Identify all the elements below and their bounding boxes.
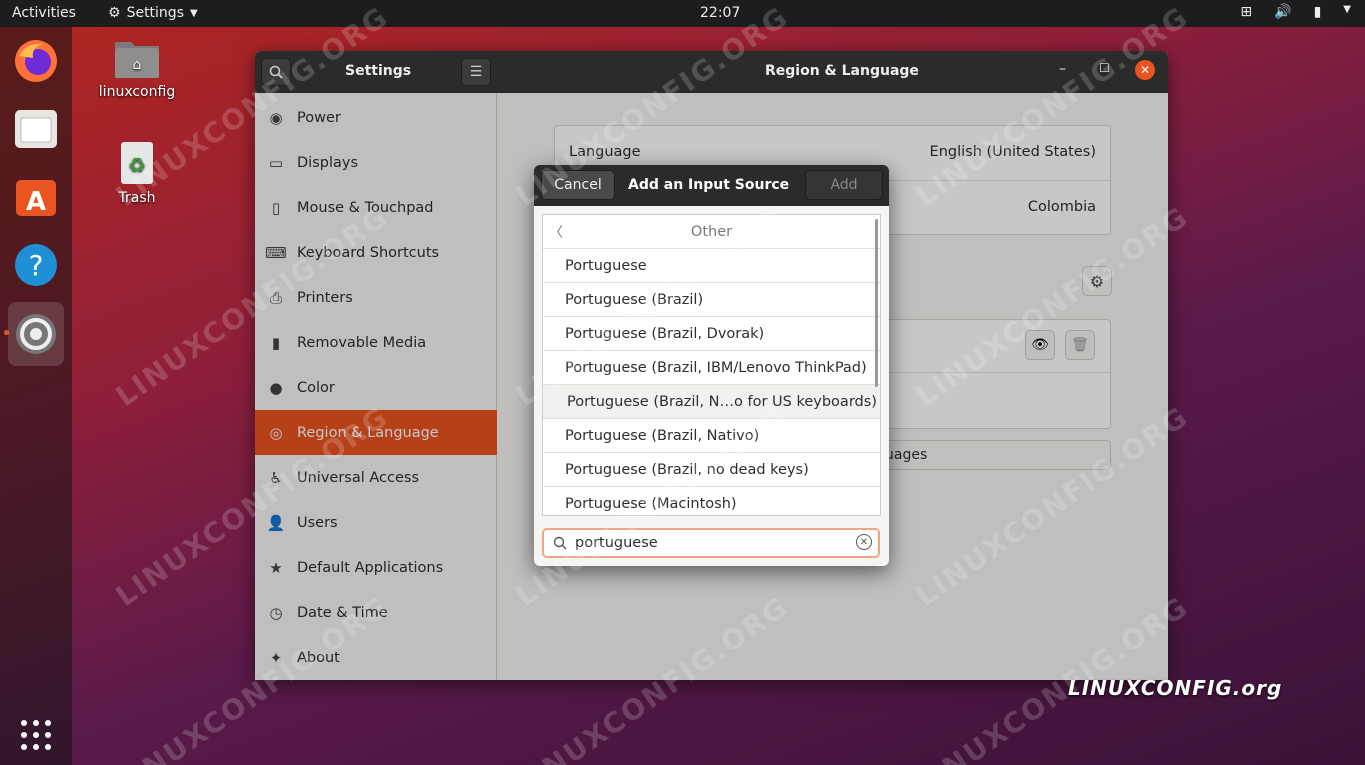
list-item-label: Portuguese (Brazil, no dead keys) bbox=[565, 461, 809, 478]
desktop-icon-label: Trash bbox=[118, 190, 156, 206]
input-source-list: 〈 Other Portuguese Portuguese (Brazil) P… bbox=[542, 214, 881, 516]
scrollbar[interactable] bbox=[875, 219, 878, 387]
svg-text:A: A bbox=[26, 187, 46, 217]
close-icon[interactable]: ✕ bbox=[1135, 60, 1155, 80]
help-icon[interactable]: ? bbox=[8, 237, 64, 293]
clock[interactable]: 22:07 bbox=[700, 5, 740, 21]
clear-icon[interactable]: ✕ bbox=[856, 534, 872, 550]
firefox-icon[interactable] bbox=[8, 33, 64, 89]
folder-icon: ⌂ bbox=[115, 42, 159, 78]
show-apps-icon[interactable] bbox=[8, 707, 64, 763]
sidebar-title: Settings bbox=[345, 63, 412, 79]
battery-icon: ▮ bbox=[1313, 4, 1322, 20]
chevron-down-icon: ▼ bbox=[189, 7, 198, 19]
svg-text:♻: ♻ bbox=[128, 153, 146, 177]
linuxconfig-logo: LINUXCONFIG.org bbox=[1068, 676, 1283, 700]
desktop-trash[interactable]: ♻ Trash bbox=[92, 140, 182, 206]
search-field[interactable]: portuguese ✕ bbox=[542, 528, 880, 558]
activities-button[interactable]: Activities bbox=[12, 5, 76, 21]
list-item-label: Portuguese (Brazil, IBM/Lenovo ThinkPad) bbox=[565, 359, 867, 376]
dialog-title: Add an Input Source bbox=[628, 177, 790, 193]
trash-icon: ♻ bbox=[121, 142, 153, 184]
list-item[interactable]: Portuguese (Brazil, IBM/Lenovo ThinkPad) bbox=[543, 351, 880, 385]
add-button[interactable]: Add bbox=[805, 170, 883, 200]
system-tray[interactable]: ⊞ 🔊 ▮ ▼ bbox=[1240, 4, 1351, 20]
add-label: Add bbox=[830, 177, 858, 193]
desktop-home-folder[interactable]: ⌂ linuxconfig bbox=[92, 36, 182, 100]
cancel-button[interactable]: Cancel bbox=[541, 170, 615, 200]
list-item[interactable]: Portuguese bbox=[543, 249, 880, 283]
header-bar: Settings ☰ Region & Language – ☐ ✕ bbox=[255, 51, 1168, 93]
back-label: Other bbox=[690, 223, 733, 240]
list-item-label: Portuguese (Brazil, Nativo) bbox=[565, 427, 760, 444]
list-item-label: Portuguese (Brazil, N…o for US keyboards… bbox=[567, 393, 877, 410]
desktop-icon-label: linuxconfig bbox=[98, 84, 176, 100]
chevron-left-icon: 〈 bbox=[549, 225, 563, 241]
settings-app-icon[interactable] bbox=[8, 302, 64, 366]
dock: A ? bbox=[0, 27, 72, 765]
window-title: Region & Language bbox=[765, 63, 919, 79]
list-item[interactable]: Portuguese (Macintosh) bbox=[543, 487, 880, 515]
back-row[interactable]: 〈 Other bbox=[543, 215, 880, 249]
menu-button[interactable]: ☰ bbox=[461, 58, 491, 86]
list-item[interactable]: Portuguese (Brazil, Nativo) bbox=[543, 419, 880, 453]
gear-icon: ⚙ bbox=[108, 5, 121, 21]
list-item[interactable]: Portuguese (Brazil, no dead keys) bbox=[543, 453, 880, 487]
list-item-label: Portuguese (Macintosh) bbox=[565, 495, 737, 512]
volume-icon: 🔊 bbox=[1274, 4, 1292, 20]
svg-text:?: ? bbox=[29, 249, 44, 282]
maximize-icon[interactable]: ☐ bbox=[1099, 61, 1110, 75]
files-icon[interactable] bbox=[8, 101, 64, 157]
list-item-label: Portuguese (Brazil, Dvorak) bbox=[565, 325, 765, 342]
list-item-label: Portuguese (Brazil) bbox=[565, 291, 704, 308]
app-menu[interactable]: ⚙ Settings ▼ bbox=[108, 5, 198, 21]
network-icon: ⊞ bbox=[1240, 4, 1253, 20]
software-icon[interactable]: A bbox=[8, 169, 64, 225]
chevron-down-icon: ▼ bbox=[1343, 4, 1351, 15]
dialog-header: Cancel Add an Input Source Add bbox=[534, 165, 889, 206]
list-item[interactable]: Portuguese (Brazil, Dvorak) bbox=[543, 317, 880, 351]
add-input-source-dialog: Cancel Add an Input Source Add 〈 Other P… bbox=[534, 165, 889, 566]
app-menu-label: Settings bbox=[126, 5, 184, 21]
list-item-label: Portuguese bbox=[565, 257, 647, 274]
top-bar: Activities ⚙ Settings ▼ 22:07 ⊞ 🔊 ▮ ▼ bbox=[0, 0, 1365, 27]
hamburger-icon: ☰ bbox=[469, 64, 483, 80]
list-item[interactable]: Portuguese (Brazil) bbox=[543, 283, 880, 317]
search-button[interactable] bbox=[261, 58, 291, 86]
search-icon bbox=[269, 65, 283, 79]
list-item[interactable]: Portuguese (Brazil, N…o for US keyboards… bbox=[543, 385, 880, 419]
search-input[interactable]: portuguese bbox=[575, 535, 658, 551]
cancel-label: Cancel bbox=[554, 177, 602, 193]
minimize-icon[interactable]: – bbox=[1059, 61, 1066, 77]
search-icon bbox=[553, 536, 567, 550]
svg-text:⌂: ⌂ bbox=[133, 57, 142, 73]
